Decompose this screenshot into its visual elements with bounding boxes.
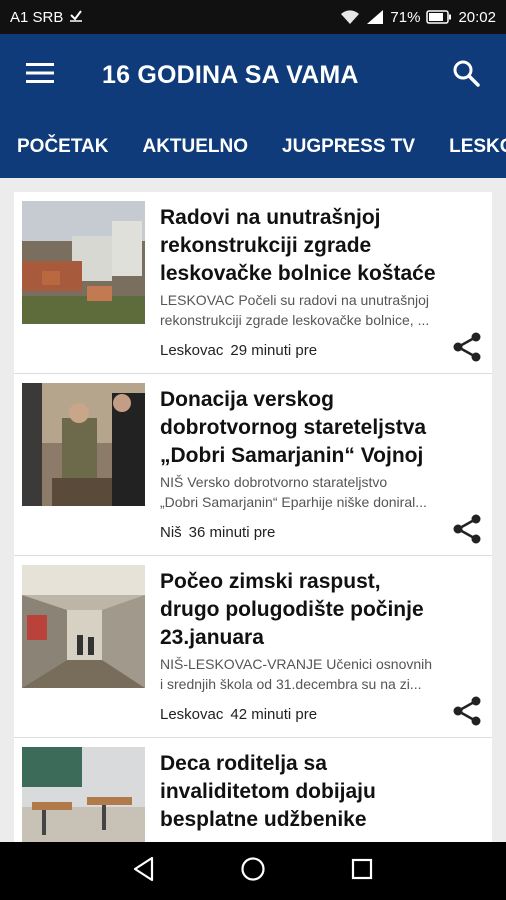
clock: 20:02 [458,8,496,26]
category-tabs: POČETAK AKTUELNO JUGPRESS TV LESKOVAC [0,116,506,178]
recents-square-icon [351,858,373,885]
article-title: Deca roditelja sa invaliditetom dobijaju… [160,752,376,831]
article-thumbnail [22,383,145,506]
search-icon [452,59,480,92]
back-triangle-icon [132,856,156,887]
tab-aktuelno[interactable]: AKTUELNO [125,136,265,158]
article-location: Niš [160,524,182,541]
article-card[interactable]: Počeo zimski raspust, drugo polugodište … [14,556,492,738]
article-excerpt: NIŠ-LESKOVAC-VRANJE Učenici osnovnih i s… [160,656,433,692]
article-title: Počeo zimski raspust, drugo polugodište … [160,570,424,649]
article-time: 42 minuti pre [230,706,318,723]
hamburger-menu-icon [26,62,54,89]
share-button[interactable] [450,696,484,730]
article-thumbnail [22,747,145,842]
wifi-icon [340,9,360,25]
article-location: Leskovac [160,706,224,723]
search-button[interactable] [438,47,494,103]
status-left: A1 SRB [10,8,83,26]
carrier-label: A1 SRB [10,8,64,26]
share-icon [451,695,483,732]
status-right: 71% 20:02 [340,9,496,26]
share-button[interactable] [450,514,484,548]
tab-pocetak[interactable]: POČETAK [0,136,125,158]
article-thumbnail [22,201,145,324]
article-excerpt: LESKOVAC Počeli su radovi na unutrašnjoj… [160,292,430,328]
article-thumbnail [22,565,145,688]
article-card[interactable]: Radovi na unutrašnjoj rekonstrukciji zgr… [14,192,492,374]
tab-leskovac[interactable]: LESKOVAC [432,136,506,158]
recents-button[interactable] [338,847,386,895]
app-title: 16 GODINA SA VAMA [102,60,359,89]
download-icon [69,8,83,26]
article-title: Donacija verskog dobrotvornog stareteljs… [160,388,427,467]
signal-icon [366,9,384,25]
article-list: Radovi na unutrašnjoj rekonstrukciji zgr… [0,178,506,842]
back-button[interactable] [120,847,168,895]
home-circle-icon [240,856,266,887]
home-button[interactable] [229,847,277,895]
share-icon [451,513,483,550]
menu-button[interactable] [12,47,68,103]
status-bar: A1 SRB 71% 20:02 [0,0,506,34]
article-meta: Niš 36 minuti pre [160,524,275,541]
system-nav-bar [0,842,506,900]
article-card[interactable]: Donacija verskog dobrotvornog stareteljs… [14,374,492,556]
battery-icon [426,10,452,24]
article-location: Leskovac [160,342,224,359]
article-card[interactable]: Deca roditelja sa invaliditetom dobijaju… [14,738,492,842]
article-excerpt: NIŠ Versko dobrotvorno starateljstvo „Do… [160,474,427,510]
article-meta: Leskovac 29 minuti pre [160,342,317,359]
tab-jugpress-tv[interactable]: JUGPRESS TV [265,136,432,158]
article-time: 29 minuti pre [230,342,318,359]
article-title: Radovi na unutrašnjoj rekonstrukciji zgr… [160,206,436,285]
app-bar: 16 GODINA SA VAMA [0,34,506,116]
article-time: 36 minuti pre [188,524,276,541]
share-button[interactable] [450,332,484,366]
battery-percent: 71% [390,8,421,26]
article-meta: Leskovac 42 minuti pre [160,706,317,723]
share-icon [451,331,483,368]
